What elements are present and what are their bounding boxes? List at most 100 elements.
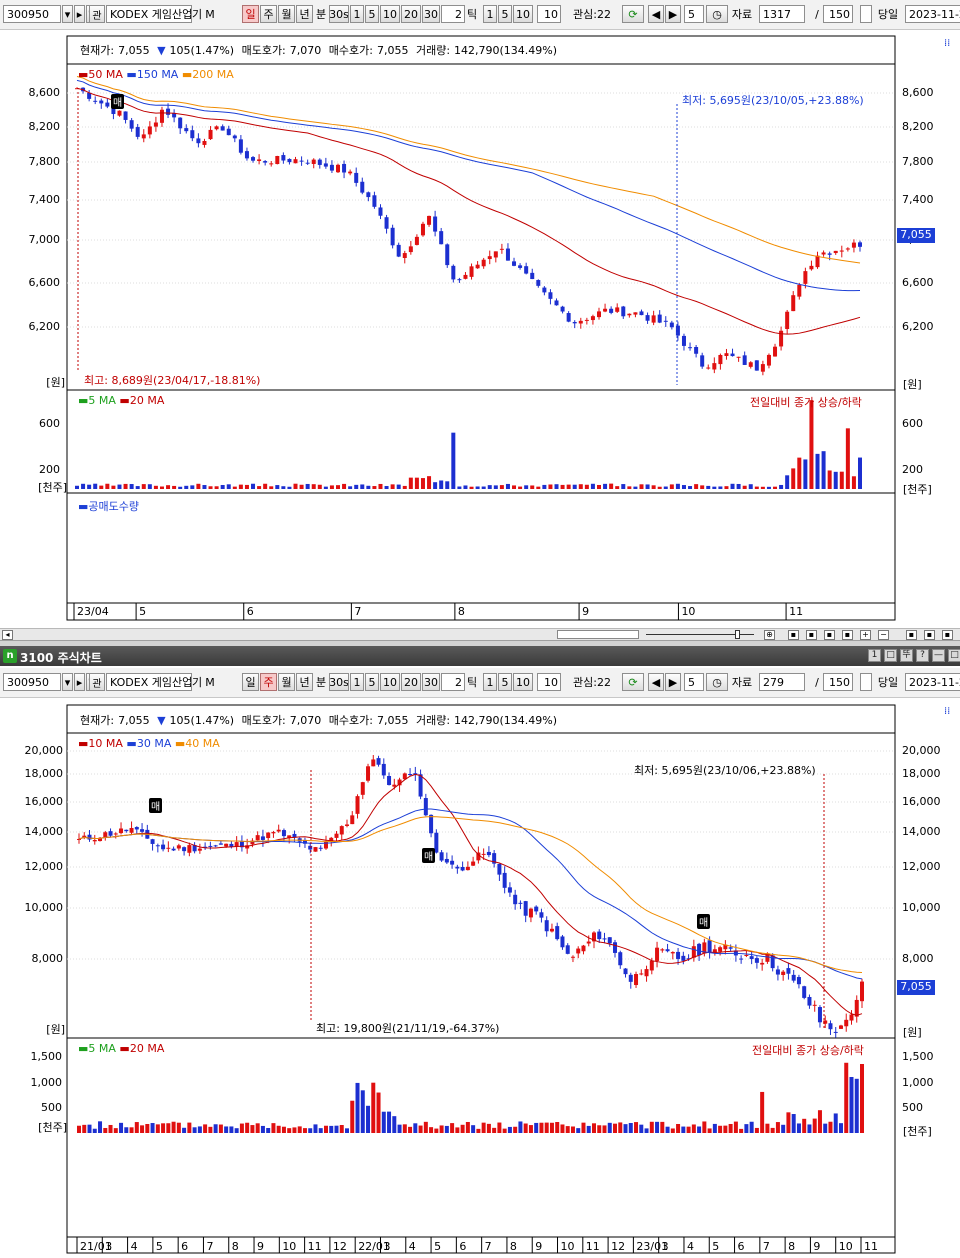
bottom-vol-bar <box>712 1123 717 1133</box>
bottom-xaxis-label: 11 <box>864 1240 878 1253</box>
bottom-candle-body <box>371 759 376 767</box>
bottom-vol-bar <box>807 1124 812 1133</box>
bottom-candle-body <box>760 962 765 965</box>
bottom-vol-bar <box>802 1118 807 1133</box>
bottom-candle-body <box>581 945 586 952</box>
bottom-price-axis-right-5: 10,000 <box>902 901 941 914</box>
bottom-vol-bar <box>833 1113 838 1133</box>
bottom-candle-body <box>528 908 533 918</box>
bottom-vol-bar <box>124 1127 129 1133</box>
bottom-vol-bar <box>681 1126 686 1133</box>
bottom-price-axis-right-6: 8,000 <box>902 952 934 965</box>
bottom-vol-bar <box>402 1124 407 1133</box>
bottom-candle-body <box>555 926 560 940</box>
bottom-candle-body <box>791 974 796 981</box>
bottom-vol-bar <box>854 1078 859 1133</box>
bottom-xaxis-label: 8 <box>509 1240 517 1253</box>
bottom-vol-bar <box>103 1127 108 1133</box>
bottom-candle-body <box>549 928 554 932</box>
bottom-candle-body <box>376 758 381 765</box>
bottom-vol-bar <box>408 1126 413 1133</box>
bottom-xaxis-label: 5 <box>155 1240 163 1253</box>
bottom-candle-body <box>134 827 139 830</box>
bottom-candle-body <box>607 937 612 944</box>
bottom-vol-bar <box>360 1090 365 1133</box>
bottom-vol-bar <box>313 1124 318 1133</box>
bottom-vol-bar <box>308 1128 313 1133</box>
bottom-vol-bar <box>518 1121 523 1133</box>
bottom-vol-bar <box>82 1124 87 1133</box>
bottom-xaxis-label: 10 <box>560 1240 575 1253</box>
bottom-vol-bar <box>560 1124 565 1133</box>
bottom-vol-bar <box>613 1123 618 1133</box>
bottom-candle-body <box>471 861 476 866</box>
bottom-vol-bar <box>450 1123 455 1133</box>
bottom-vol-bar <box>754 1127 759 1133</box>
bottom-candle-body <box>224 843 229 847</box>
bottom-candle-body <box>129 828 134 833</box>
bottom-vol-bar <box>665 1126 670 1133</box>
bottom-vol-bar <box>670 1128 675 1133</box>
bottom-candle-body <box>429 814 434 834</box>
bottom-price-axis-right-0: 20,000 <box>902 744 941 757</box>
bottom-candle-body <box>860 981 864 1002</box>
bottom-vol-bar <box>686 1126 691 1133</box>
bottom-vol-bar <box>381 1111 386 1133</box>
bottom-xaxis-label: 9 <box>813 1240 821 1253</box>
bottom-candle-body <box>339 826 344 835</box>
bottom-candle-body <box>613 942 618 953</box>
bottom-vol-bar <box>444 1125 449 1133</box>
bottom-candle-body <box>576 948 581 954</box>
bottom-price-axis-right-2: 16,000 <box>902 795 941 808</box>
bottom-xaxis-label: 3 <box>105 1240 113 1253</box>
bottom-vol-bar <box>691 1124 696 1133</box>
bottom-candle-body <box>455 866 460 869</box>
bottom-candle-body <box>77 838 81 840</box>
bottom-vol-bar <box>323 1125 328 1133</box>
bottom-vol-bar <box>744 1124 749 1133</box>
bottom-price-axis-left-4: 12,000 <box>24 860 64 873</box>
bottom-candle-body <box>355 796 360 814</box>
bottom-vol-axis-500: 500 <box>41 1101 62 1114</box>
bottom-vol-bar <box>371 1082 376 1133</box>
bottom-vol-bar <box>765 1123 770 1133</box>
bottom-candle-body <box>497 863 502 875</box>
bottom-candle-body <box>281 830 286 837</box>
bottom-vol-bar <box>733 1121 738 1133</box>
bottom-xaxis-label: 4 <box>686 1240 694 1253</box>
bottom-vol-bar <box>586 1125 591 1133</box>
bottom-vol-unit-left: [천주] <box>38 1121 67 1134</box>
bottom-ma40-line <box>78 816 863 974</box>
bottom-vol-bar <box>634 1122 639 1133</box>
bottom-candle-body <box>176 845 181 849</box>
bottom-vol-bar <box>817 1110 822 1133</box>
bottom-candle-body <box>854 999 859 1017</box>
bottom-candle-body <box>460 866 465 871</box>
bottom-vol-bar <box>860 1063 864 1133</box>
bottom-vol-bar <box>260 1125 265 1133</box>
bottom-vol-bar <box>555 1122 560 1133</box>
ma10-legend: ▬10 MA <box>78 737 123 750</box>
bottom-vol-bar <box>823 1123 828 1133</box>
bottom-candle-body <box>817 1007 822 1023</box>
bottom-vol-bar <box>507 1126 512 1133</box>
bottom-candle-body <box>739 958 744 960</box>
bottom-candle-body <box>260 836 265 840</box>
bottom-candle-body <box>271 832 276 834</box>
bottom-vol-bar <box>838 1123 843 1133</box>
bottom-vol-bar <box>597 1125 602 1133</box>
bottom-candle-body <box>366 766 371 781</box>
bottom-candle-body <box>387 776 392 786</box>
bottom-candle-body <box>208 845 213 847</box>
bottom-vol-bar <box>434 1128 439 1133</box>
bottom-chart <box>66 704 896 1254</box>
bottom-vol-bar <box>98 1121 103 1133</box>
bottom-vol-bar <box>502 1128 507 1133</box>
bottom-vol-bar <box>528 1125 533 1133</box>
bottom-candle-body <box>218 843 223 845</box>
bottom-candle-body <box>423 798 428 816</box>
bottom-candle-body <box>634 974 639 986</box>
bottom-candle-body <box>113 833 118 835</box>
bottom-candle-body <box>681 955 686 961</box>
bottom-candle-body <box>197 848 202 851</box>
